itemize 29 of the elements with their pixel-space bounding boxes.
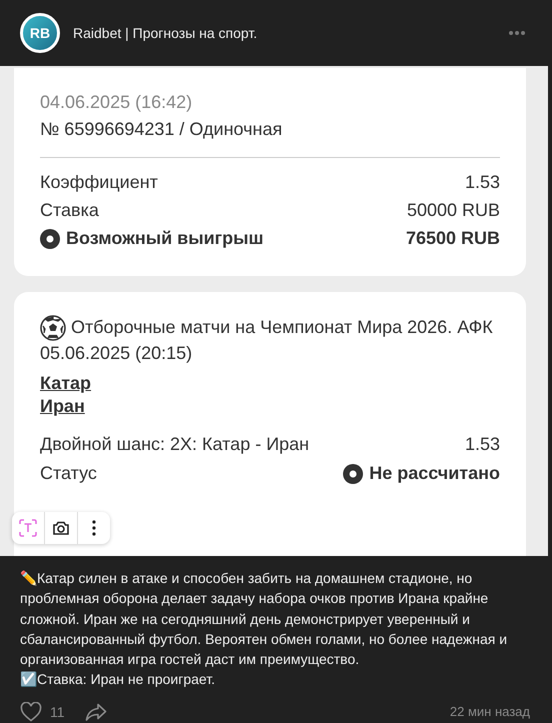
- bet-number: № 65996694231 / Одиночная: [40, 119, 500, 158]
- heart-icon[interactable]: [20, 702, 42, 722]
- row-value: 76500 RUB: [406, 228, 500, 249]
- post-text: ☑Ставка: Иран не проиграет.: [20, 670, 216, 690]
- soccer-ball-icon: [40, 315, 66, 341]
- odds-value: 1.53: [464, 434, 500, 455]
- post-text: ✏Катар силен в атаке и способен забить на домашнем стадионе, но проблемная оборона делает задачу набора очков против Ирана крайне сложной. Иран же на сегодняшний день демонстрирует уверенный и сбалансированный футбол. Вероятен обмен голами, но более надежная и организованная игра гостей даст им преимущество.: [20, 569, 508, 670]
- market-label: Двойной шанс: 2X: Катар - Иран: [40, 434, 310, 455]
- team-link[interactable]: Иран: [40, 395, 500, 418]
- radio-icon: [343, 464, 364, 484]
- row-label: Возможный выигрыш: [66, 228, 264, 249]
- team-link[interactable]: Катар: [40, 372, 500, 395]
- like-count: 11: [50, 704, 65, 720]
- row-label: Коэффициент: [40, 172, 158, 193]
- more-icon[interactable]: [91, 519, 97, 537]
- tournament-title: Отборочные матчи на Чемпионат Мира 2026. АФК: [71, 316, 493, 339]
- row-value: 50000 RUB: [406, 200, 500, 221]
- status-label: Статус: [40, 463, 97, 484]
- channel-avatar[interactable]: RB: [20, 13, 60, 53]
- radio-icon: [40, 228, 60, 248]
- status-value: Не рассчитано: [369, 463, 500, 484]
- channel-title[interactable]: Raidbet | Прогнозы на спорт.: [73, 25, 508, 41]
- event-date: 05.06.2025 (20:15): [40, 343, 194, 364]
- row-value: 1.53: [464, 172, 500, 193]
- post-time: 22 мин назад: [450, 704, 530, 720]
- bet-date: 04.06.2025 (16:42): [40, 92, 194, 113]
- row-label: Ставка: [40, 200, 99, 221]
- text-recognition-icon[interactable]: [18, 518, 38, 538]
- share-icon[interactable]: [84, 702, 107, 721]
